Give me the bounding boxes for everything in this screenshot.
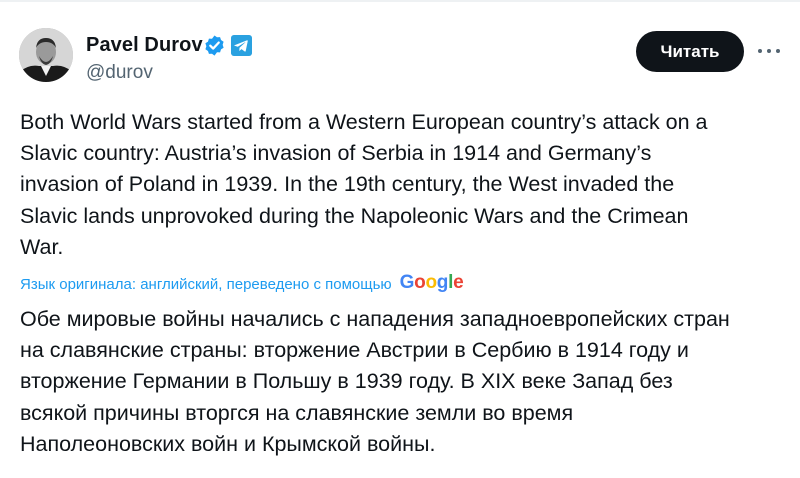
google-logo-letter: G [399,272,415,293]
google-logo-letter: o [425,272,437,293]
author-name[interactable]: Pavel Durov [86,34,203,57]
text-line: Наполеоновских войн и Крымской войны. [20,431,436,456]
tweet-text-translated: Обе мировые войны начались с нападения з… [20,304,730,460]
read-button[interactable]: Читать [636,31,744,72]
tweet-card: Pavel Durov @durov Читать Both World War… [0,0,800,478]
avatar-photo [19,28,73,82]
telegram-icon [231,35,252,56]
text-line: War. [20,234,64,259]
translation-note: Язык оригинала: английский, переведено с… [20,272,464,296]
translation-link[interactable]: Язык оригинала: английский, переведено с… [20,276,392,293]
google-logo-letter: e [453,272,464,293]
text-line: Both World Wars started from a Western E… [20,110,708,134]
text-line: Slavic country: Austria’s invasion of Se… [20,141,652,166]
tweet-text-original: Both World Wars started from a Western E… [20,107,708,263]
google-logo: Google [400,272,464,294]
more-icon[interactable] [758,40,780,62]
google-logo-letter: o [414,272,426,293]
verified-icon [205,35,224,56]
text-line: Slavic lands unprovoked during the Napol… [20,203,689,228]
text-line: Обе мировые войны начались с нападения з… [20,307,730,331]
google-logo-letter: g [436,272,449,293]
avatar[interactable] [19,28,73,82]
author-handle[interactable]: @durov [86,62,153,84]
text-line: на славянские страны: вторжение Австрии … [20,338,689,363]
text-line: всякой причины вторгся на славянские зем… [20,400,574,425]
text-line: invasion of Poland in 1939. In the 19th … [20,172,675,197]
text-line: вторжение Германии в Польшу в 1939 году.… [20,369,673,394]
divider [0,0,800,2]
